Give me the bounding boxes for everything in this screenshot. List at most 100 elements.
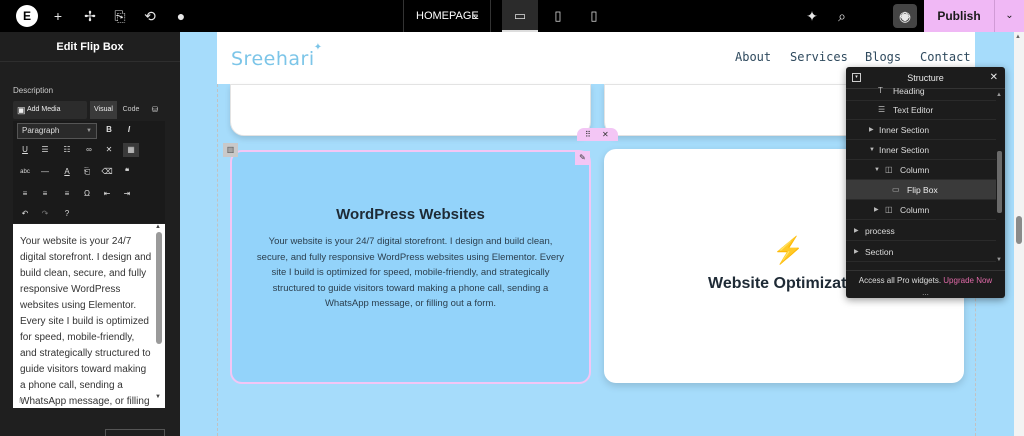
scroll-up-icon[interactable]: ▲ [155, 224, 161, 230]
link-icon[interactable]: ∞ [81, 143, 97, 157]
desktop-view-icon[interactable]: ▭ [502, 0, 538, 32]
nav-blogs[interactable]: Blogs [865, 50, 901, 64]
scroll-up-icon[interactable]: ▲ [1015, 34, 1021, 40]
caret-down-icon[interactable]: ▼ [869, 140, 875, 160]
publish-options-chevron-icon[interactable]: ⌄ [994, 0, 1024, 32]
scroll-down-icon[interactable]: ▼ [155, 394, 161, 400]
scroll-down-icon[interactable]: ▼ [996, 257, 1002, 263]
structure-item-label: Inner Section [879, 125, 930, 135]
special-char-icon[interactable]: Ω [79, 187, 95, 201]
structure-item-label: process [865, 226, 895, 236]
more-dots[interactable]: ... [846, 288, 1005, 297]
structure-item-section[interactable]: ▶ Section [846, 242, 996, 262]
preview-eye-icon[interactable]: ◉ [895, 6, 915, 26]
edit-widget-icon[interactable]: ✎ [575, 151, 590, 165]
site-logo[interactable]: Sreehari ✦ [231, 42, 322, 70]
mobile-view-icon[interactable]: ▯ [576, 0, 612, 32]
page-selector[interactable]: HOMEPAGE ⌄ [403, 0, 491, 32]
toolbar-toggle-icon[interactable]: ▦ [123, 143, 139, 157]
fullscreen-icon[interactable]: ✕ [101, 143, 117, 157]
plus-icon[interactable]: + [48, 6, 68, 26]
drag-handle-icon[interactable]: ⠿ [585, 128, 591, 141]
editor-toolbar: Paragraph ▼ B I U ☰ ☷ ∞ ✕ ▦ abc — A ⎗ ⌫ … [13, 121, 165, 223]
scroll-up-icon[interactable]: ▲ [996, 92, 1002, 98]
caret-right-icon[interactable]: ▶ [854, 242, 859, 262]
upgrade-now-link[interactable]: Upgrade Now [943, 276, 992, 285]
tab-code[interactable]: Code [119, 101, 143, 119]
underline-icon[interactable]: U [17, 143, 33, 157]
sparkle-icon[interactable]: ✢ [80, 6, 100, 26]
caret-right-icon[interactable]: ▶ [854, 221, 859, 241]
structure-item-inner-section[interactable]: ▶ Inner Section [846, 120, 996, 140]
caret-down-icon[interactable]: ▼ [874, 160, 880, 180]
blockquote-icon[interactable]: ❝ [119, 165, 135, 179]
structure-item-label: Column [900, 205, 930, 215]
nav-services[interactable]: Services [790, 50, 848, 64]
structure-panel: ▾ Structure ✕ T Heading ☰ Text Editor ▶ … [846, 67, 1005, 298]
structure-item-flip-box[interactable]: ▭ Flip Box [846, 180, 996, 200]
column-handle-icon[interactable]: ▥ [223, 143, 238, 157]
editor-scrollbar[interactable] [156, 232, 162, 344]
structure-item-process[interactable]: ▶ process [846, 221, 996, 241]
format-value: Paragraph [22, 126, 60, 135]
outdent-icon[interactable]: ⇤ [99, 187, 115, 201]
canvas-scrollbar[interactable]: ▲ [1014, 32, 1024, 436]
undo-icon[interactable]: ↶ [17, 207, 33, 221]
scrollbar-thumb[interactable] [1016, 216, 1022, 244]
caret-right-icon[interactable]: ▶ [874, 200, 879, 220]
align-center-icon[interactable]: ≡ [37, 187, 53, 201]
bold-icon[interactable]: B [101, 123, 117, 137]
color-drop-icon[interactable]: ● [171, 6, 191, 26]
history-icon[interactable]: ⟲ [140, 6, 160, 26]
publish-button[interactable]: Publish [924, 0, 994, 32]
help-icon[interactable]: ? [59, 207, 75, 221]
tab-visual[interactable]: Visual [90, 101, 117, 119]
redo-icon[interactable]: ↷ [37, 207, 53, 221]
elementor-logo[interactable]: E [16, 5, 38, 27]
paste-text-icon[interactable]: ⎗ [79, 165, 95, 179]
sparkle-icon: ✦ [313, 42, 323, 53]
heading-icon: T [878, 86, 883, 95]
numbered-list-icon[interactable]: ☷ [59, 143, 75, 157]
clear-format-icon[interactable]: ⌫ [99, 165, 115, 179]
format-select[interactable]: Paragraph ▼ [17, 123, 97, 139]
structure-item-label: Inner Section [879, 145, 930, 155]
strikethrough-icon[interactable]: abc [17, 165, 33, 179]
structure-item-column[interactable]: ▼ ◫ Column [846, 160, 996, 180]
page-settings-icon[interactable]: ⎘ [110, 6, 130, 26]
flip-box-wordpress[interactable]: WordPress Websites Your website is your … [230, 150, 591, 384]
horizontal-line-icon[interactable]: — [37, 165, 53, 179]
page-name: HOMEPAGE [416, 10, 479, 22]
nav-contact[interactable]: Contact [920, 50, 971, 64]
delete-section-icon[interactable]: ✕ [602, 128, 609, 141]
structure-footer: Access all Pro widgets. Upgrade Now ... [846, 270, 1005, 298]
add-media-button[interactable]: ▣ Add Media [13, 101, 87, 119]
lightning-bolt-icon: ⚡ [772, 235, 805, 265]
align-right-icon[interactable]: ≡ [59, 187, 75, 201]
structure-scrollbar[interactable] [997, 151, 1002, 213]
notifications-icon[interactable]: ✦ [802, 6, 822, 26]
nav-about[interactable]: About [735, 50, 771, 64]
structure-item-label: Heading [893, 86, 925, 96]
site-logo-text: Sreehari [231, 48, 315, 70]
text-color-icon[interactable]: A [59, 165, 75, 179]
description-editor[interactable]: Your website is your 24/7 digital storef… [13, 224, 165, 408]
structure-item-inner-section[interactable]: ▼ Inner Section [846, 140, 996, 160]
structure-item-label: Flip Box [907, 185, 938, 195]
next-control-input[interactable] [105, 429, 165, 436]
structure-item-column[interactable]: ▶ ◫ Column [846, 200, 996, 220]
indent-icon[interactable]: ⇥ [119, 187, 135, 201]
database-icon[interactable]: ⛁ [145, 101, 165, 119]
edit-panel: Edit Flip Box Description ▣ Add Media Vi… [0, 32, 180, 436]
caret-right-icon[interactable]: ▶ [869, 120, 874, 140]
search-icon[interactable]: ⌕ [832, 6, 852, 26]
structure-item-text-editor[interactable]: ☰ Text Editor [846, 100, 996, 120]
tablet-view-icon[interactable]: ▯ [540, 0, 576, 32]
editor-tabs: ▣ Add Media Visual Code ⛁ [13, 101, 165, 119]
italic-icon[interactable]: I [121, 123, 137, 137]
column-icon: ◫ [885, 205, 893, 214]
section-handle[interactable]: ⠿ ✕ [577, 128, 618, 141]
structure-item-heading[interactable]: T Heading [846, 81, 996, 101]
bullet-list-icon[interactable]: ☰ [37, 143, 53, 157]
align-left-icon[interactable]: ≡ [17, 187, 33, 201]
